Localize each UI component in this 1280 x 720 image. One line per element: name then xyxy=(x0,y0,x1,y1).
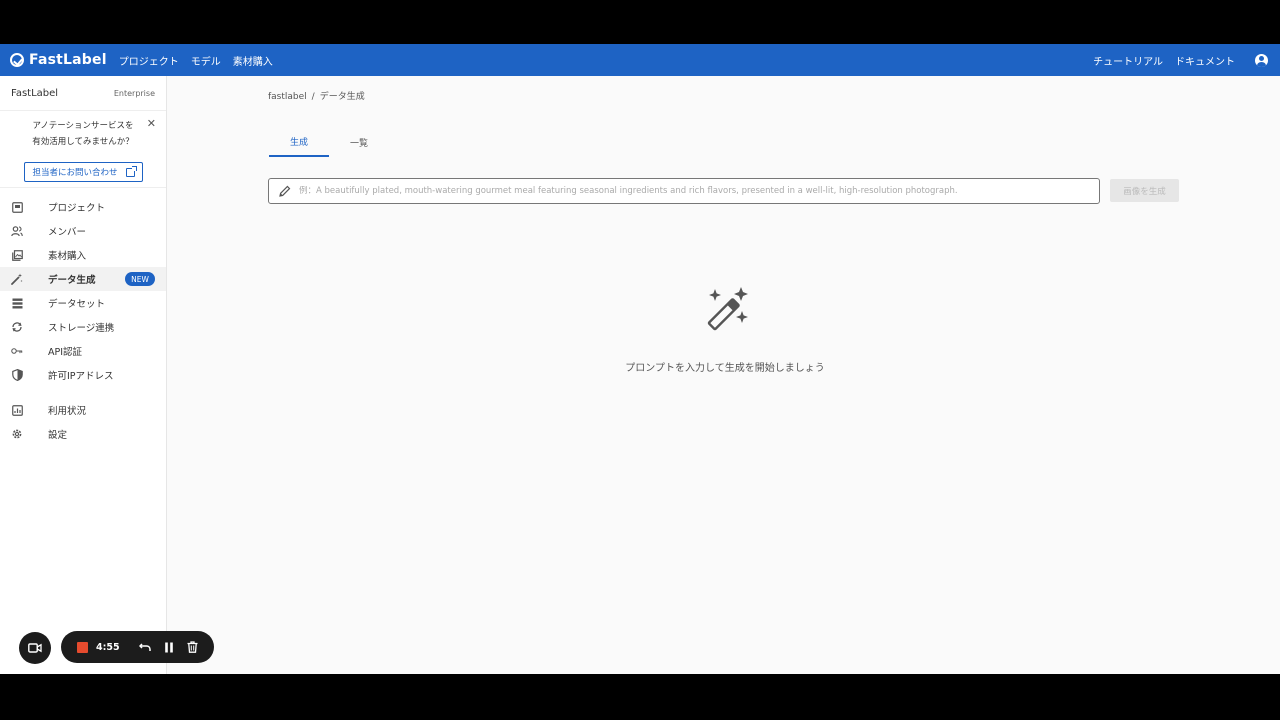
tab-list[interactable]: 一覧 xyxy=(329,128,389,157)
breadcrumb-separator: / xyxy=(311,92,315,102)
generate-image-button[interactable]: 画像を生成 xyxy=(1110,179,1179,202)
delete-recording-button[interactable] xyxy=(186,640,200,654)
pause-icon xyxy=(164,642,173,652)
api-key-icon xyxy=(11,345,23,357)
restart-button[interactable] xyxy=(138,640,152,654)
pause-button[interactable] xyxy=(162,640,176,654)
dataset-icon xyxy=(11,297,23,309)
logo-text: FastLabel xyxy=(29,52,107,68)
documents-link[interactable]: ドキュメント xyxy=(1175,53,1235,68)
org-row: FastLabel Enterprise xyxy=(0,76,166,110)
undo-icon xyxy=(138,643,151,651)
header-nav: プロジェクト モデル 素材購入 xyxy=(119,53,285,68)
nav-materials[interactable]: 素材購入 xyxy=(233,53,273,68)
magic-wand-icon xyxy=(707,287,748,331)
contact-button[interactable]: 担当者にお問い合わせ xyxy=(24,162,143,182)
prompt-field[interactable] xyxy=(268,178,1100,204)
sidebar-item-label: 利用状況 xyxy=(48,406,87,417)
sidebar-item-label: 許可IPアドレス xyxy=(48,371,114,382)
recording-timer: 4:55 xyxy=(96,641,120,653)
nav-projects[interactable]: プロジェクト xyxy=(119,53,179,68)
new-badge: NEW xyxy=(125,272,155,286)
pencil-icon xyxy=(279,185,291,197)
storage-sync-icon xyxy=(11,321,23,333)
breadcrumb-root[interactable]: fastlabel xyxy=(268,92,307,102)
sidebar-item-label: メンバー xyxy=(48,227,87,238)
logo-mark-icon xyxy=(10,53,24,67)
sidebar-item-label: 設定 xyxy=(48,430,68,441)
empty-state-message: プロンプトを入力して生成を開始しましょう xyxy=(625,363,825,374)
sidebar-item-storage-sync[interactable]: ストレージ連携 xyxy=(0,315,166,339)
logo[interactable]: FastLabel xyxy=(10,52,107,68)
tab-bar: 生成 一覧 xyxy=(269,128,389,157)
video-camera-icon xyxy=(28,643,42,653)
sidebar-item-data-generation[interactable]: データ生成 NEW xyxy=(0,267,166,291)
sidebar-item-materials[interactable]: 素材購入 xyxy=(0,243,166,267)
sidebar-item-label: プロジェクト xyxy=(48,203,106,214)
app-window: FastLabel プロジェクト モデル 素材購入 チュートリアル ドキュメント… xyxy=(0,44,1280,674)
members-icon xyxy=(11,225,23,237)
sidebar-item-label: API認証 xyxy=(48,347,83,358)
header-right: チュートリアル ドキュメント xyxy=(1081,53,1268,68)
org-name: FastLabel xyxy=(11,87,59,99)
plan-label: Enterprise xyxy=(113,88,155,98)
letterbox-bottom xyxy=(0,674,1280,720)
top-header: FastLabel プロジェクト モデル 素材購入 チュートリアル ドキュメント xyxy=(0,44,1280,76)
project-icon xyxy=(11,201,23,213)
usage-chart-icon xyxy=(11,404,23,416)
nav-models[interactable]: モデル xyxy=(191,53,221,68)
prompt-input[interactable] xyxy=(299,186,1089,196)
sidebar-item-datasets[interactable]: データセット xyxy=(0,291,166,315)
magic-wand-icon xyxy=(11,273,23,285)
sidebar-item-label: データセット xyxy=(48,299,106,310)
sidebar-item-allowed-ip[interactable]: 許可IPアドレス xyxy=(0,363,166,387)
gear-icon xyxy=(11,428,23,440)
sidebar-item-members[interactable]: メンバー xyxy=(0,219,166,243)
promo-line-1: アノテーションサービスを xyxy=(32,121,134,131)
promo-card: ✕ アノテーションサービスを 有効活用してみませんか？ 担当者にお問い合わせ xyxy=(0,110,166,188)
camera-toggle[interactable] xyxy=(19,632,51,664)
sidebar-item-usage[interactable]: 利用状況 xyxy=(0,398,166,422)
promo-line-2: 有効活用してみませんか？ xyxy=(32,137,134,147)
material-icon xyxy=(11,249,23,261)
tab-generate[interactable]: 生成 xyxy=(269,128,329,157)
sidebar-item-settings[interactable]: 設定 xyxy=(0,422,166,446)
sidebar-menu: プロジェクト メンバー 素材購入 データ生成 NEW データセット ストレージ連… xyxy=(0,188,166,446)
external-link-icon xyxy=(125,165,137,177)
recording-controls: 4:55 xyxy=(61,631,214,663)
sidebar-item-label: 素材購入 xyxy=(48,251,87,262)
contact-button-label: 担当者にお問い合わせ xyxy=(32,168,118,178)
menu-divider xyxy=(0,387,166,398)
stop-recording-button[interactable] xyxy=(77,641,88,653)
letterbox-top xyxy=(0,0,1280,44)
sidebar: FastLabel Enterprise ✕ アノテーションサービスを 有効活用… xyxy=(0,76,167,674)
close-icon[interactable]: ✕ xyxy=(147,117,156,130)
promo-text: アノテーションサービスを 有効活用してみませんか？ xyxy=(0,111,166,150)
sidebar-item-label: データ生成 xyxy=(48,275,96,286)
shield-icon xyxy=(11,369,23,381)
account-icon[interactable] xyxy=(1255,53,1268,67)
breadcrumb: fastlabel / データ生成 xyxy=(268,89,365,102)
sidebar-item-projects[interactable]: プロジェクト xyxy=(0,195,166,219)
sidebar-item-label: ストレージ連携 xyxy=(48,323,115,334)
breadcrumb-current: データ生成 xyxy=(319,92,365,102)
trash-icon xyxy=(187,641,198,653)
sidebar-item-api-auth[interactable]: API認証 xyxy=(0,339,166,363)
tutorial-link[interactable]: チュートリアル xyxy=(1093,53,1163,68)
